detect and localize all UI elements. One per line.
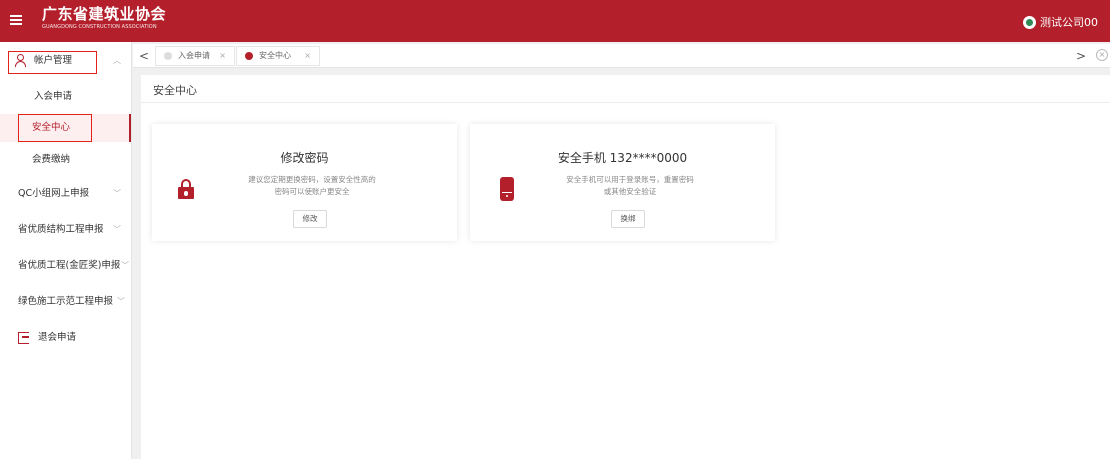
user-name: 测试公司00: [1040, 16, 1098, 29]
change-password-button[interactable]: 修改: [293, 210, 327, 228]
card-title: 安全手机 132****0000: [557, 151, 688, 165]
highlight-box: [8, 51, 97, 74]
card-desc-line: 安全手机可以用于登录账号，重置密码: [566, 175, 694, 184]
sidebar-item-label: 入会申请: [34, 91, 73, 102]
card-description: 安全手机可以用于登录账号，重置密码 或其他安全验证: [540, 174, 720, 198]
sidebar-item-label: 绿色施工示范工程申报: [18, 296, 114, 307]
highlight-box: [18, 114, 92, 142]
card-title: 修改密码: [280, 151, 329, 165]
sidebar-item-join[interactable]: 入会申请: [0, 83, 131, 111]
logo-text-cn: 广东省建筑业协会: [42, 5, 167, 23]
user-menu[interactable]: 测试公司00: [1023, 14, 1098, 30]
rebind-phone-button[interactable]: 换绑: [611, 210, 645, 228]
tab-prev-button[interactable]: <: [137, 44, 151, 68]
close-icon[interactable]: ×: [219, 47, 226, 65]
top-header: 广东省建筑业协会 GUANGDONG CONSTRUCTION ASSOCIAT…: [0, 0, 1110, 42]
card-description: 建议您定期更换密码，设置安全性高的 密码可以使账户更安全: [222, 174, 402, 198]
change-password-card: 修改密码 建议您定期更换密码，设置安全性高的 密码可以使账户更安全 修改: [152, 124, 457, 241]
chevron-down-icon: ﹀: [121, 261, 129, 270]
sidebar: 帐户管理 ︿ 入会申请 安全中心 会费缴纳 QC小组网上申报 ﹀ 省优质结构工程…: [0, 42, 132, 459]
close-all-icon[interactable]: ×: [1096, 49, 1108, 61]
avatar: [1023, 15, 1036, 29]
logo-text-en: GUANGDONG CONSTRUCTION ASSOCIATION: [42, 24, 157, 30]
sidebar-item-fees[interactable]: 会费缴纳: [0, 146, 131, 174]
divider: [141, 102, 1110, 103]
tab-bar: < 入会申请 × 安全中心 × > ×: [133, 44, 1110, 68]
chevron-down-icon: ﹀: [117, 297, 125, 306]
close-icon[interactable]: ×: [304, 47, 311, 65]
tab-label: 安全中心: [259, 51, 291, 60]
sidebar-item-label: 省优质结构工程申报: [18, 224, 104, 235]
security-phone-card: 安全手机 132****0000 安全手机可以用于登录账号，重置密码 或其他安全…: [470, 124, 775, 241]
tab-join[interactable]: 入会申请 ×: [155, 46, 235, 66]
sidebar-item-green[interactable]: 绿色施工示范工程申报 ﹀: [0, 288, 131, 316]
exit-icon: [18, 332, 29, 344]
page-title: 安全中心: [153, 84, 197, 97]
logo: 广东省建筑业协会 GUANGDONG CONSTRUCTION ASSOCIAT…: [42, 5, 166, 31]
lock-icon: [178, 179, 194, 199]
sidebar-item-qc[interactable]: QC小组网上申报 ﹀: [0, 180, 131, 208]
tab-security[interactable]: 安全中心 ×: [236, 46, 320, 66]
chevron-down-icon: ﹀: [113, 189, 121, 198]
card-desc-line: 建议您定期更换密码，设置安全性高的: [248, 175, 376, 184]
sidebar-item-structure[interactable]: 省优质结构工程申报 ﹀: [0, 216, 131, 244]
sidebar-item-label: QC小组网上申报: [18, 188, 90, 199]
tab-dot-icon: [245, 52, 253, 60]
card-desc-line: 密码可以使账户更安全: [274, 187, 350, 196]
phone-icon: [500, 177, 514, 201]
chevron-down-icon: ﹀: [113, 225, 121, 234]
tab-next-button[interactable]: >: [1074, 44, 1088, 68]
sidebar-item-label: 会费缴纳: [32, 154, 71, 165]
sidebar-item-label: 省优质工程(金匠奖)申报: [18, 260, 121, 271]
sidebar-item-label: 退会申请: [38, 332, 77, 343]
menu-toggle-icon[interactable]: [8, 10, 28, 30]
tab-dot-icon: [164, 52, 172, 60]
card-desc-line: 或其他安全验证: [603, 187, 657, 196]
chevron-up-icon: ︿: [113, 56, 121, 65]
tab-label: 入会申请: [178, 51, 210, 60]
sidebar-item-quality[interactable]: 省优质工程(金匠奖)申报 ﹀: [0, 252, 131, 280]
sidebar-item-quit[interactable]: 退会申请: [0, 324, 131, 352]
